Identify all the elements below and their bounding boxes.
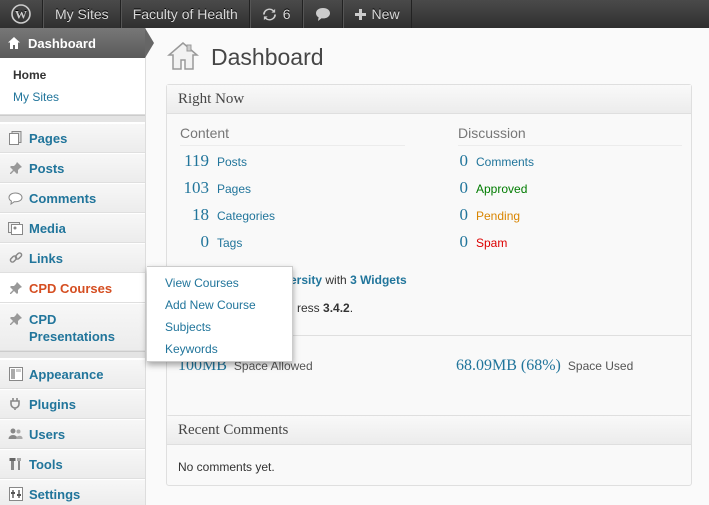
updates-button[interactable]: 6 bbox=[249, 0, 303, 28]
right-now-widget: Right Now Content Discussion 119 Posts 1… bbox=[166, 84, 692, 422]
sidebar-item-cpd-courses[interactable]: CPD Courses bbox=[0, 273, 145, 303]
new-content-button[interactable]: New bbox=[342, 0, 412, 28]
dashboard-house-icon bbox=[166, 40, 200, 75]
dashboard-submenu: Home My Sites bbox=[0, 58, 145, 115]
content-row-pages[interactable]: 103 Pages bbox=[175, 178, 252, 198]
submenu-home[interactable]: Home bbox=[13, 64, 145, 86]
discussion-heading: Discussion bbox=[458, 125, 526, 141]
theme-link[interactable]: ersity bbox=[290, 273, 322, 287]
space-used: 68.09MB (68%) Space Used bbox=[456, 357, 634, 375]
admin-sidebar: Dashboard Home My Sites Pages Posts Comm… bbox=[0, 28, 154, 505]
updates-icon bbox=[262, 7, 277, 22]
svg-text:W: W bbox=[15, 8, 27, 22]
cpd-courses-flyout-menu: View Courses Add New Course Subjects Key… bbox=[147, 266, 293, 362]
settings-icon bbox=[8, 487, 23, 502]
no-comments-text: No comments yet. bbox=[178, 460, 275, 474]
link-icon bbox=[8, 251, 23, 266]
sidebar-item-comments[interactable]: Comments bbox=[0, 183, 145, 213]
comment-icon bbox=[8, 191, 23, 206]
recent-comments-widget: Recent Comments No comments yet. bbox=[166, 415, 692, 486]
sidebar-item-appearance[interactable]: Appearance bbox=[0, 359, 145, 389]
pushpin-icon bbox=[8, 311, 23, 326]
sidebar-item-plugins[interactable]: Plugins bbox=[0, 389, 145, 419]
appearance-icon bbox=[8, 367, 23, 382]
users-icon bbox=[8, 427, 23, 442]
plus-icon bbox=[354, 8, 366, 20]
divider bbox=[458, 145, 682, 146]
content-row-tags[interactable]: 0 Tags bbox=[175, 232, 243, 252]
admin-bar: W My Sites Faculty of Health 6 New bbox=[0, 0, 709, 28]
sidebar-item-users[interactable]: Users bbox=[0, 419, 145, 449]
site-name-menu[interactable]: Faculty of Health bbox=[120, 0, 250, 28]
page-title: Dashboard bbox=[211, 44, 324, 70]
menu-separator bbox=[0, 115, 145, 123]
widget-title[interactable]: Right Now bbox=[167, 85, 691, 114]
flyout-item-add-new-course[interactable]: Add New Course bbox=[165, 294, 292, 316]
discussion-row-comments[interactable]: 0 Comments bbox=[456, 151, 535, 171]
wordpress-logo-icon: W bbox=[11, 4, 31, 24]
discussion-row-pending[interactable]: 0 Pending bbox=[456, 205, 521, 225]
discussion-row-approved[interactable]: 0 Approved bbox=[456, 178, 528, 198]
wp-version: 3.4.2 bbox=[323, 301, 350, 315]
my-sites-menu[interactable]: My Sites bbox=[43, 0, 121, 28]
speech-bubble-icon bbox=[315, 7, 331, 22]
pushpin-icon bbox=[8, 281, 23, 296]
space-used-value[interactable]: 68.09MB (68%) bbox=[456, 357, 561, 375]
content-heading: Content bbox=[180, 125, 230, 141]
pushpin-icon bbox=[8, 161, 23, 176]
submenu-my-sites[interactable]: My Sites bbox=[13, 86, 145, 108]
version-info: ress 3.4.2. bbox=[297, 301, 354, 315]
home-icon bbox=[7, 36, 22, 51]
divider bbox=[180, 145, 405, 146]
wordpress-logo-button[interactable]: W bbox=[0, 0, 43, 28]
sidebar-item-posts[interactable]: Posts bbox=[0, 153, 145, 183]
discussion-row-spam[interactable]: 0 Spam bbox=[456, 232, 508, 252]
updates-count: 6 bbox=[282, 6, 291, 22]
media-icon bbox=[8, 221, 23, 236]
tools-icon bbox=[8, 457, 23, 472]
content-row-posts[interactable]: 119 Posts bbox=[175, 151, 247, 171]
pages-icon bbox=[8, 131, 23, 146]
content-row-categories[interactable]: 18 Categories bbox=[175, 205, 275, 225]
sidebar-item-settings[interactable]: Settings bbox=[0, 479, 145, 505]
plugin-icon bbox=[8, 397, 23, 412]
sidebar-item-links[interactable]: Links bbox=[0, 243, 145, 273]
flyout-item-subjects[interactable]: Subjects bbox=[165, 316, 292, 338]
widgets-link[interactable]: 3 Widgets bbox=[350, 273, 407, 287]
sidebar-item-tools[interactable]: Tools bbox=[0, 449, 145, 479]
sidebar-item-cpd-presentations[interactable]: CPD Presentations bbox=[0, 303, 145, 351]
sidebar-item-media[interactable]: Media bbox=[0, 213, 145, 243]
flyout-item-keywords[interactable]: Keywords bbox=[165, 338, 292, 360]
comments-button[interactable] bbox=[302, 0, 343, 28]
sidebar-item-pages[interactable]: Pages bbox=[0, 123, 145, 153]
widget-title[interactable]: Recent Comments bbox=[167, 416, 691, 445]
menu-separator bbox=[0, 351, 145, 359]
sidebar-item-dashboard[interactable]: Dashboard bbox=[0, 28, 154, 58]
theme-info: ersity with 3 Widgets bbox=[290, 273, 407, 287]
page-header: Dashboard bbox=[166, 40, 324, 75]
flyout-item-view-courses[interactable]: View Courses bbox=[165, 272, 292, 294]
